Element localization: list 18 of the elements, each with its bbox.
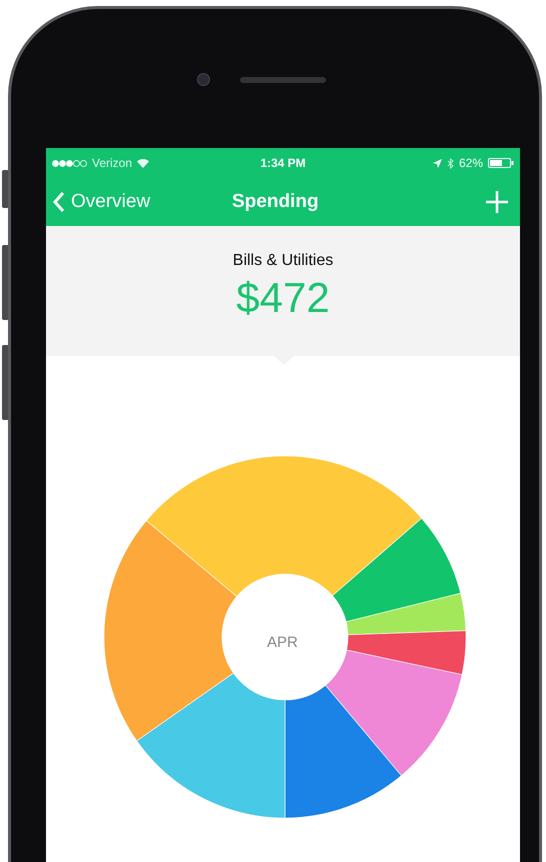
speaker-icon bbox=[240, 77, 326, 83]
clock-time: 1:34 PM bbox=[260, 156, 306, 170]
add-button[interactable] bbox=[486, 191, 508, 213]
back-button[interactable]: Overview bbox=[52, 191, 150, 213]
wifi-icon bbox=[137, 158, 150, 168]
amount-label: $472 bbox=[236, 274, 330, 322]
location-arrow-icon bbox=[432, 158, 442, 168]
chevron-left-icon bbox=[52, 191, 65, 213]
month-label: APR bbox=[267, 634, 298, 651]
camera-icon bbox=[197, 73, 210, 86]
plus-icon bbox=[486, 191, 508, 213]
category-label: Bills & Utilities bbox=[232, 252, 334, 270]
battery-icon bbox=[488, 158, 514, 168]
carrier-label: Verizon bbox=[92, 156, 132, 170]
signal-icon bbox=[52, 160, 87, 166]
bluetooth-icon bbox=[446, 158, 454, 168]
screen-title: Spending bbox=[232, 191, 319, 213]
battery-percent: 62% bbox=[458, 156, 483, 170]
